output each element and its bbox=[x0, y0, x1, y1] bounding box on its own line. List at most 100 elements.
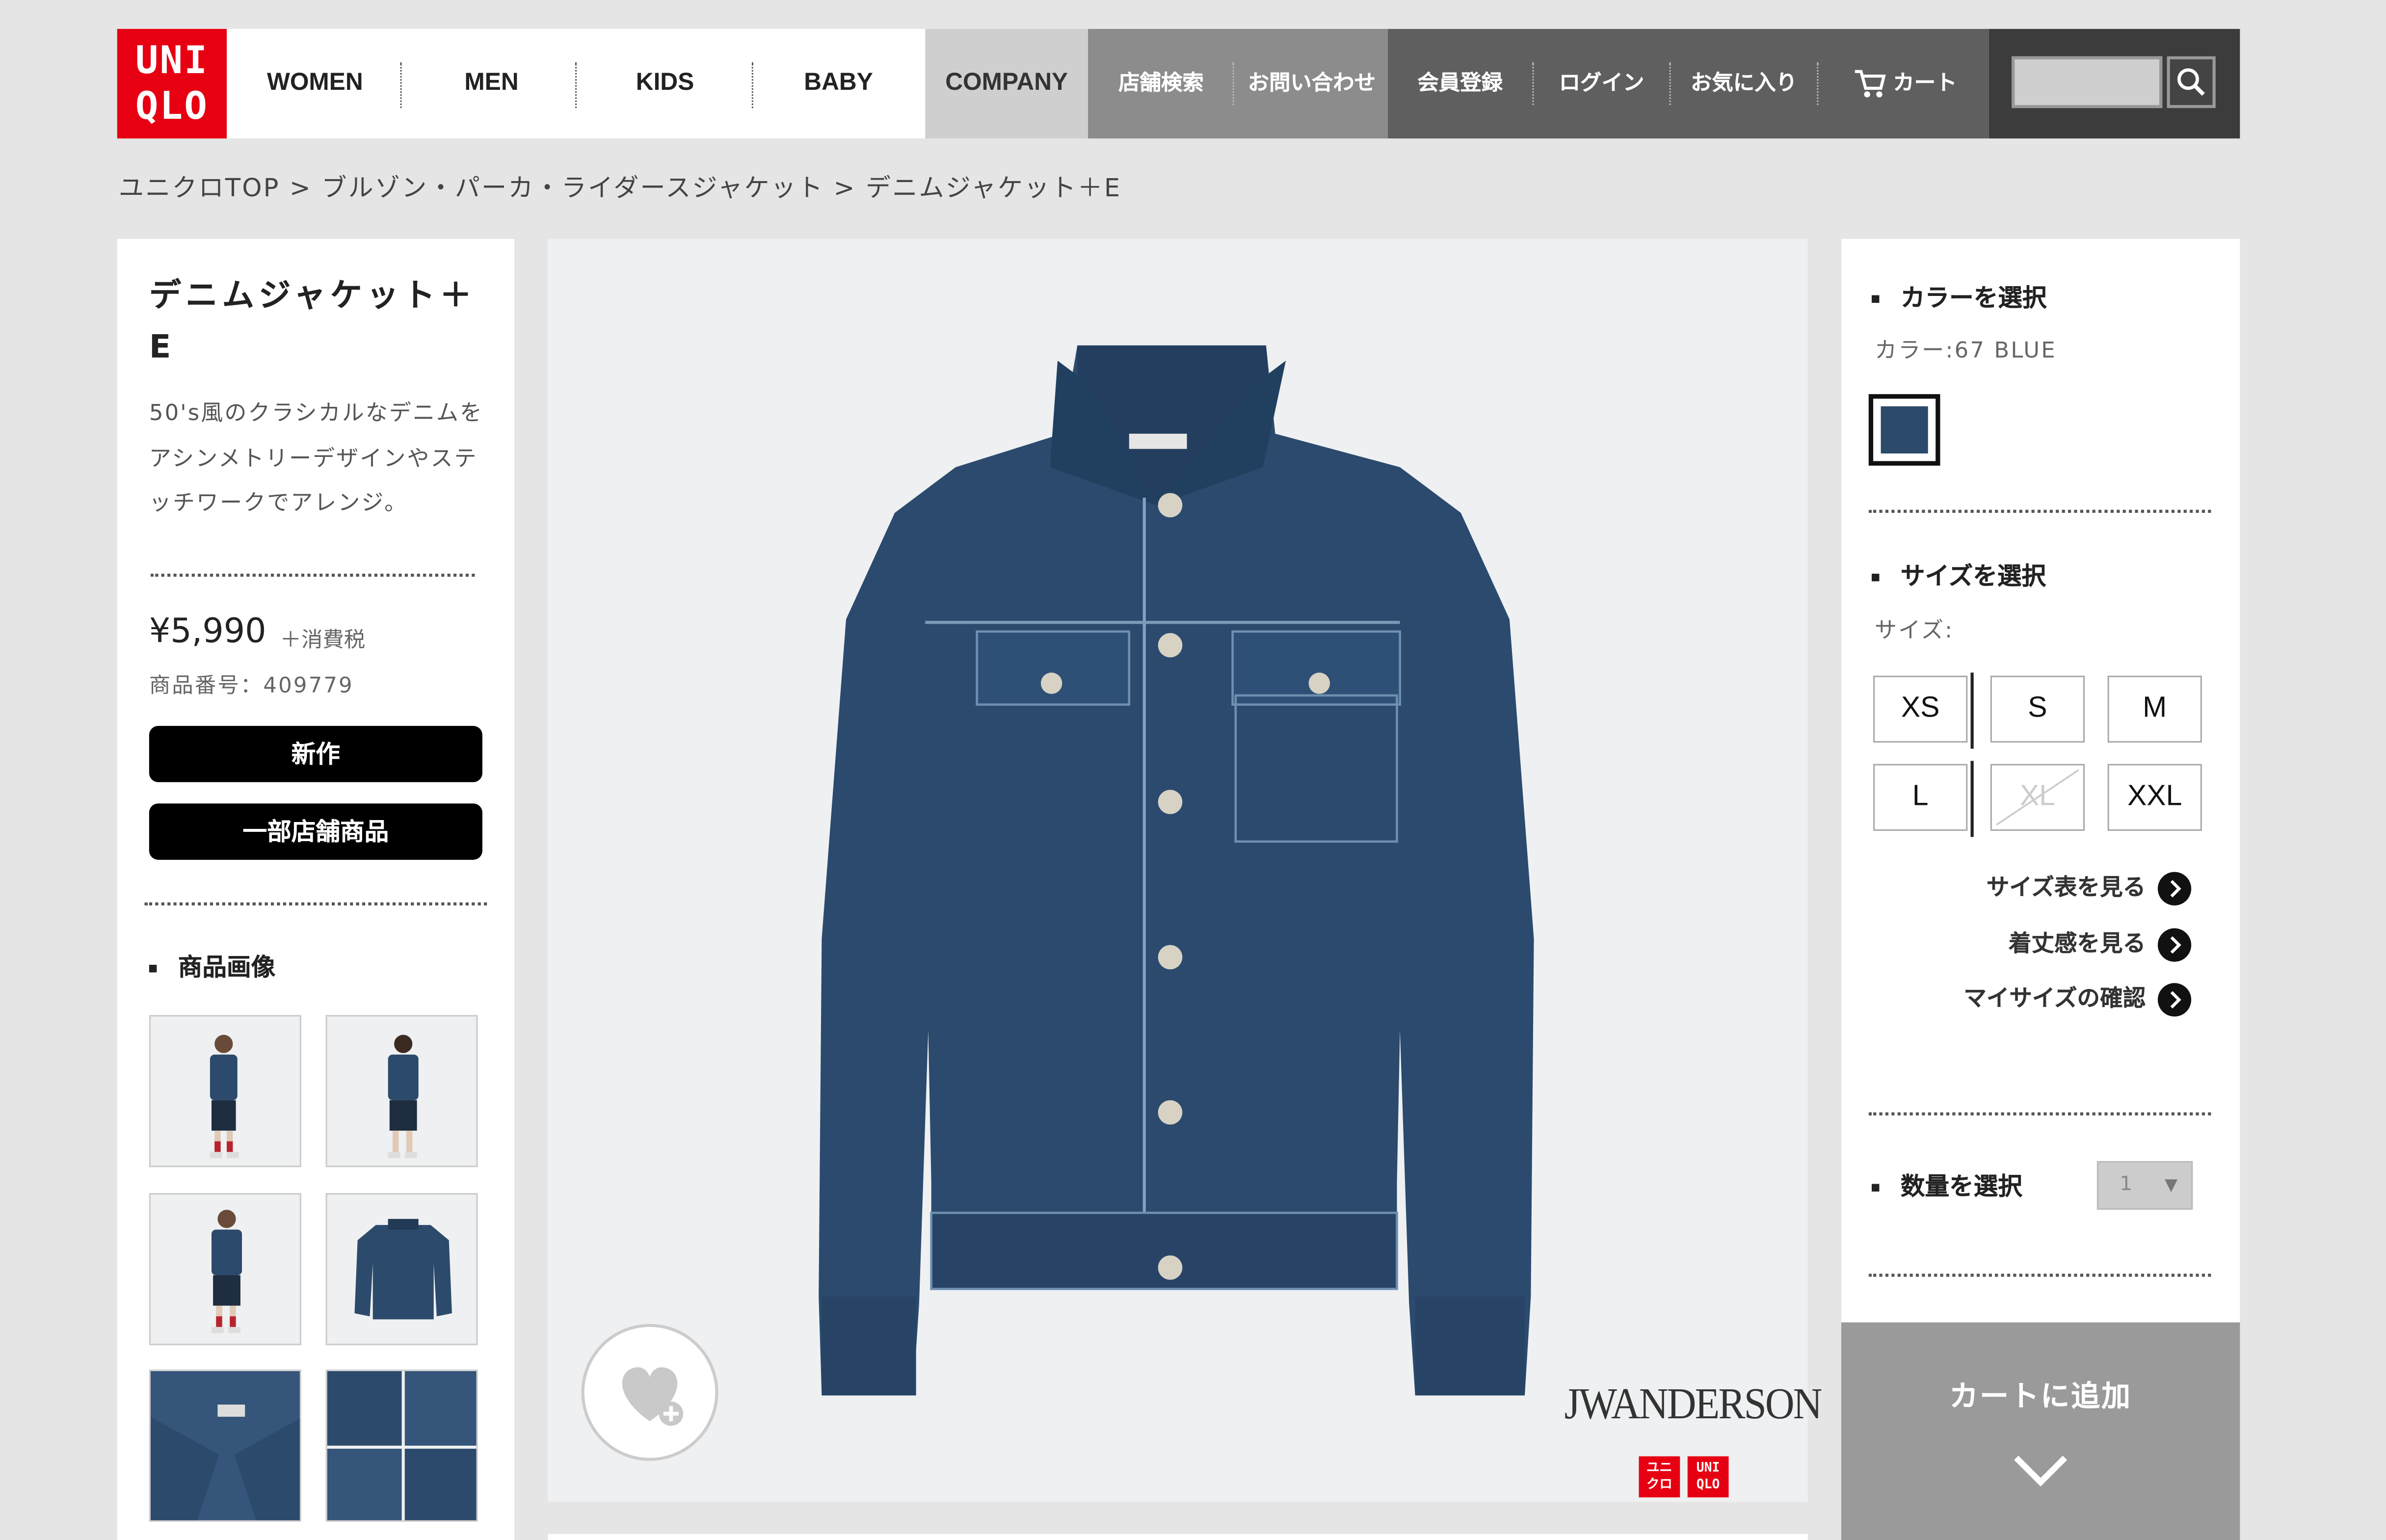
mysize-text: マイサイズの確認 bbox=[1963, 984, 2146, 1012]
mini-logo-jp-line-1: ユニ bbox=[1646, 1460, 1672, 1476]
model-side-image bbox=[212, 1210, 242, 1333]
qty-heading: 数量を選択 bbox=[1871, 1166, 2023, 1202]
nav-kids[interactable]: KIDS bbox=[601, 29, 729, 138]
size-m[interactable]: M bbox=[2107, 675, 2202, 743]
size-xxl[interactable]: XXL bbox=[2107, 764, 2202, 831]
size-chart-text: サイズ表を見る bbox=[1986, 873, 2146, 901]
fit-check-text: 着丈感を見る bbox=[2009, 929, 2146, 957]
nav-baby[interactable]: BABY bbox=[774, 29, 902, 138]
utility-divider bbox=[1232, 62, 1234, 105]
product-thumbnail[interactable] bbox=[149, 1193, 301, 1346]
divider bbox=[1868, 1112, 2211, 1115]
detail-grid-image bbox=[327, 1371, 477, 1520]
uniqlo-logo[interactable]: UNI QLO bbox=[117, 28, 227, 139]
limited-store-badge: 一部店舗商品 bbox=[149, 803, 482, 860]
chevron-right-icon bbox=[2157, 871, 2192, 905]
color-heading-text: カラーを選択 bbox=[1900, 283, 2047, 312]
uniqlo-mini-logo-en: UNI QLO bbox=[1687, 1456, 1729, 1498]
logo-line-2: QLO bbox=[135, 83, 209, 128]
size-heading: サイズを選択 bbox=[1871, 556, 2046, 592]
divider bbox=[1868, 1274, 2211, 1277]
jw-anderson-logo: JWANDERSON bbox=[1564, 1380, 1823, 1429]
search-button[interactable] bbox=[2167, 56, 2216, 108]
product-description: 50's風のクラシカルなデニムをアシンメトリーデザインやステッチワークでアレンジ… bbox=[149, 401, 484, 516]
product-thumbnail[interactable] bbox=[325, 1369, 478, 1522]
fit-check-link[interactable]: 着丈感を見る bbox=[2009, 927, 2192, 961]
breadcrumb-separator: > bbox=[290, 173, 313, 203]
chevron-right-icon bbox=[2157, 982, 2192, 1016]
size-label: サイズ: bbox=[1875, 619, 1954, 644]
size-l[interactable]: L bbox=[1873, 764, 1968, 831]
divider bbox=[144, 902, 487, 905]
new-badge: 新作 bbox=[149, 726, 482, 782]
nav-men[interactable]: MEN bbox=[427, 29, 555, 138]
collar-detail-image bbox=[150, 1371, 300, 1520]
size-divider bbox=[1970, 761, 1974, 837]
divider bbox=[150, 574, 475, 577]
login-link[interactable]: ログイン bbox=[1534, 29, 1670, 138]
qty-heading-text: 数量を選択 bbox=[1900, 1171, 2023, 1201]
main-product-image: JWANDERSON ユニ クロ UNI QLO bbox=[548, 239, 1823, 1502]
utility-nav-light: 店舗検索 お問い合わせ bbox=[1088, 28, 1388, 139]
quantity-select[interactable]: 1 ▼ bbox=[2096, 1161, 2193, 1210]
breadcrumb-top[interactable]: ユニクロTOP bbox=[119, 173, 280, 202]
breadcrumb-category[interactable]: ブルゾン・パーカ・ライダースジャケット bbox=[321, 173, 824, 202]
product-price: ¥5,990 bbox=[149, 613, 266, 652]
product-thumbnail[interactable] bbox=[325, 1015, 478, 1168]
cart-link[interactable]: カート bbox=[1829, 29, 1981, 138]
images-heading-text: 商品画像 bbox=[178, 953, 276, 982]
selected-color: カラー:67 BLUE bbox=[1875, 339, 2057, 364]
size-xs[interactable]: XS bbox=[1873, 675, 1968, 743]
divider bbox=[1868, 509, 2211, 513]
store-search-link[interactable]: 店舗検索 bbox=[1088, 29, 1234, 138]
nav-divider bbox=[751, 62, 753, 108]
mini-logo-en-line-1: UNI bbox=[1696, 1460, 1720, 1476]
add-to-cart-label: カートに追加 bbox=[1949, 1380, 2132, 1414]
mini-logo-jp-line-2: クロ bbox=[1646, 1477, 1672, 1493]
global-header: UNI QLO WOMEN MEN KIDS BABY COMPANY 店舗検索… bbox=[117, 28, 2240, 139]
search-input[interactable] bbox=[2012, 56, 2163, 108]
mini-logo-en-line-2: QLO bbox=[1696, 1477, 1720, 1493]
color-swatch-blue[interactable] bbox=[1868, 394, 1940, 466]
tax-note: ＋消費税 bbox=[280, 628, 366, 653]
size-s[interactable]: S bbox=[1990, 675, 2085, 743]
uniqlo-mini-logo-jp: ユニ クロ bbox=[1639, 1456, 1680, 1498]
breadcrumb-current: デニムジャケット＋E bbox=[866, 173, 1122, 203]
size-xl-soldout: XL bbox=[1990, 764, 2085, 831]
jacket-back-image bbox=[354, 1219, 452, 1320]
nav-women[interactable]: WOMEN bbox=[248, 29, 382, 138]
size-heading-text: サイズを選択 bbox=[1900, 561, 2046, 591]
bullet-icon bbox=[1871, 295, 1880, 303]
bullet-icon bbox=[149, 964, 157, 973]
cart-label: カート bbox=[1893, 71, 1957, 96]
search-icon bbox=[2177, 68, 2205, 96]
breadcrumb-separator: > bbox=[833, 173, 856, 203]
add-to-cart-button[interactable]: カートに追加 bbox=[1841, 1322, 2240, 1540]
quantity-value: 1 bbox=[2120, 1173, 2133, 1196]
images-heading: 商品画像 bbox=[149, 947, 275, 983]
size-chart-link[interactable]: サイズ表を見る bbox=[1986, 871, 2192, 905]
logo-line-1: UNI bbox=[135, 38, 209, 82]
mysize-link[interactable]: マイサイズの確認 bbox=[1963, 982, 2192, 1016]
denim-jacket-image bbox=[819, 345, 1534, 1396]
bullet-icon bbox=[1871, 574, 1880, 582]
favorites-link[interactable]: お気に入り bbox=[1671, 29, 1817, 138]
swatch-fill bbox=[1881, 406, 1928, 454]
utility-divider bbox=[1817, 62, 1819, 105]
bullet-icon bbox=[1871, 1184, 1880, 1192]
add-favorite-button[interactable] bbox=[581, 1324, 718, 1461]
product-thumbnail[interactable] bbox=[325, 1193, 478, 1346]
product-title: デニムジャケット＋E bbox=[149, 277, 477, 366]
register-link[interactable]: 会員登録 bbox=[1388, 29, 1533, 138]
nav-company[interactable]: COMPANY bbox=[925, 28, 1088, 139]
contact-link[interactable]: お問い合わせ bbox=[1236, 29, 1388, 138]
size-divider bbox=[1970, 672, 1974, 749]
chevron-right-icon bbox=[2157, 927, 2192, 961]
utility-nav-dark: 会員登録 ログイン お気に入り カート bbox=[1387, 28, 1989, 139]
nav-divider bbox=[400, 62, 402, 108]
chevron-down-icon bbox=[2014, 1456, 2068, 1487]
product-thumbnail[interactable] bbox=[149, 1369, 301, 1522]
strike-through-icon bbox=[1996, 769, 2079, 826]
nav-divider bbox=[575, 62, 577, 108]
product-thumbnail[interactable] bbox=[149, 1015, 301, 1168]
